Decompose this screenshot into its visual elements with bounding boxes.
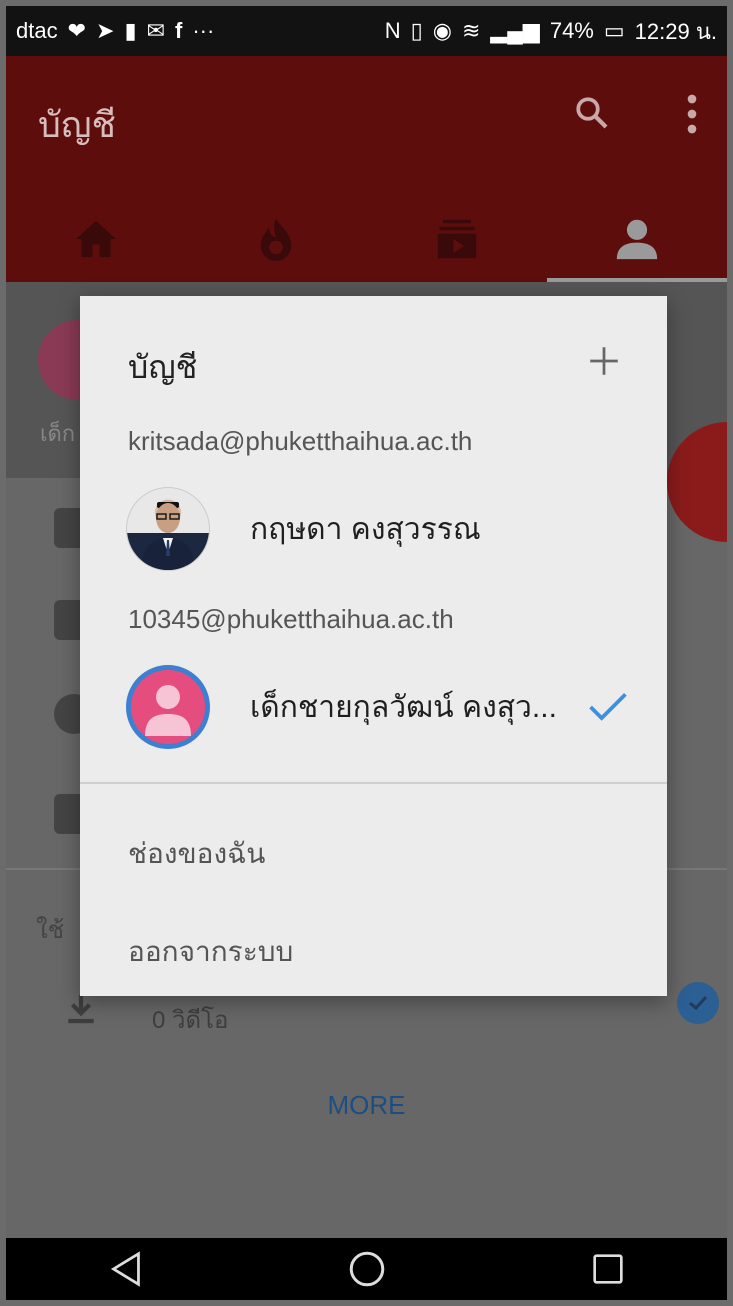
system-nav-bar	[6, 1238, 727, 1300]
back-icon[interactable]	[109, 1251, 143, 1287]
account-row[interactable]: กฤษดา คงสุวรรณ	[126, 484, 627, 574]
home-circle-icon[interactable]	[349, 1251, 385, 1287]
signal-icon: ▂▄▆	[490, 18, 540, 43]
dialog-title: บัญชี	[128, 349, 198, 385]
tab-bar	[6, 196, 728, 282]
tab-subscriptions[interactable]	[367, 196, 547, 282]
nfc-icon: N	[384, 18, 401, 43]
wifi-icon: ≋	[461, 18, 481, 43]
my-channel-menu-item[interactable]: ช่องของฉัน	[128, 832, 265, 876]
app-title: บัญชี	[38, 104, 116, 145]
section-label: ใช้	[36, 917, 65, 944]
account-email: kritsada@phuketthaihua.ac.th	[128, 426, 473, 456]
check-icon	[589, 692, 627, 721]
vibrate-icon: ▯	[410, 18, 423, 43]
carrier-label: dtac	[16, 18, 58, 43]
tab-trending[interactable]	[186, 196, 366, 282]
trending-icon	[261, 218, 292, 261]
account-email: 10345@phuketthaihua.ac.th	[128, 604, 454, 634]
download-icon	[68, 994, 94, 1024]
eye-icon: ◉	[432, 18, 452, 43]
downloads-count: 0 วิดีโอ	[152, 1007, 229, 1034]
avatar	[126, 665, 210, 749]
account-dialog: บัญชี kritsada@phuketthaihua.ac.th กฤษดา…	[80, 296, 667, 996]
tab-home[interactable]	[6, 196, 186, 282]
tab-account[interactable]	[546, 196, 728, 282]
add-account-icon[interactable]	[589, 346, 619, 376]
more-vert-icon[interactable]	[687, 94, 697, 134]
app-bar: บัญชี	[6, 56, 728, 282]
facebook-icon: f	[175, 18, 183, 43]
divider	[80, 782, 667, 784]
account-icon	[616, 219, 658, 260]
overflow-dots: ···	[192, 18, 215, 43]
sign-out-menu-item[interactable]: ออกจากระบบ	[128, 930, 293, 974]
more-button[interactable]: MORE	[6, 1090, 727, 1121]
account-row-selected[interactable]: เด็กชายกุลวัฒน์ คงสุว...	[126, 662, 627, 752]
health-icon: ❤	[67, 18, 87, 43]
account-name: กฤษดา คงสุวรรณ	[250, 512, 481, 546]
avatar	[126, 487, 210, 571]
battery-icon: ▭	[603, 18, 625, 43]
navigation-icon: ➤	[96, 18, 115, 43]
fab-button[interactable]	[667, 422, 727, 542]
check-circle-icon[interactable]	[677, 982, 719, 1024]
battery-percent: 74%	[549, 18, 594, 43]
subscriptions-icon	[437, 219, 476, 259]
battery-alert-icon: ▮	[124, 18, 137, 43]
partial-name-label: เด็ก	[40, 421, 76, 446]
search-icon[interactable]	[573, 94, 609, 130]
home-icon	[76, 220, 117, 258]
gmail-icon: ✉	[146, 18, 166, 43]
status-bar: dtac ❤ ➤ ▮ ✉ f ··· N ▯ ◉ ≋ ▂▄▆ 74% ▭ 12:…	[6, 6, 727, 56]
clock: 12:29 น.	[634, 18, 717, 44]
recents-icon[interactable]	[592, 1253, 624, 1285]
account-name: เด็กชายกุลวัฒน์ คงสุว...	[250, 690, 557, 724]
